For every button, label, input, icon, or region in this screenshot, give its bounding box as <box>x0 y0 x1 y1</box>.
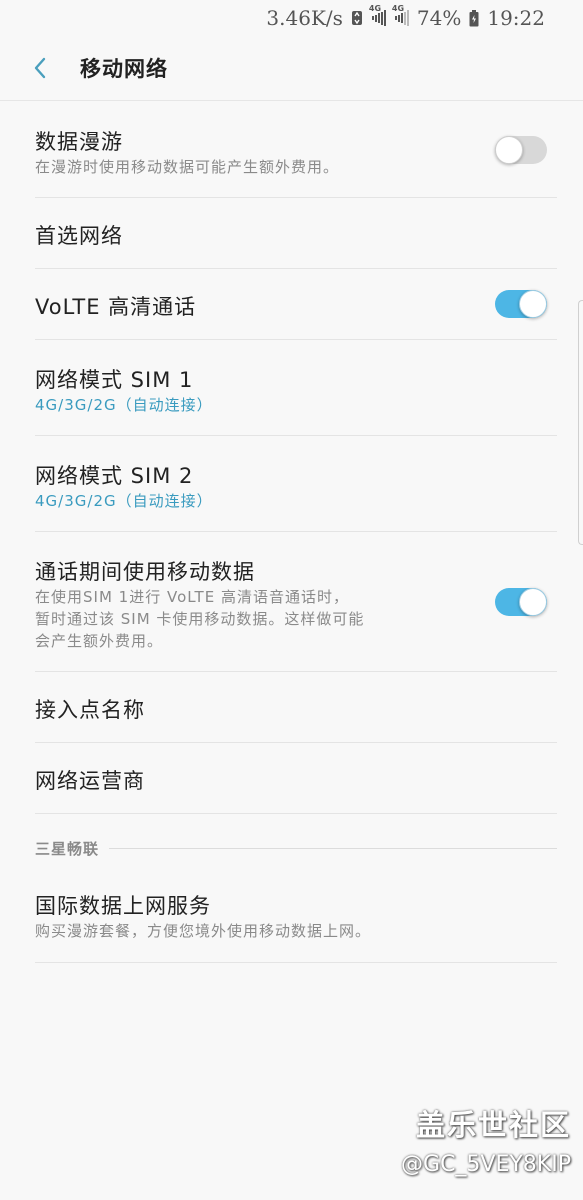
network-mode-sim1-title: 网络模式 SIM 1 <box>35 368 194 392</box>
section-header: 三星畅联 <box>35 838 557 858</box>
network-mode-sim2-title: 网络模式 SIM 2 <box>35 464 194 488</box>
data-during-calls-row[interactable]: 通话期间使用移动数据 在使用SIM 1进行 VoLTE 高清语音通话时， 暂时通… <box>35 532 557 672</box>
battery-percent: 74% <box>416 6 462 30</box>
data-during-calls-subtitle: 在使用SIM 1进行 VoLTE 高清语音通话时， 暂时通过该 SIM 卡使用移… <box>35 586 425 652</box>
volte-toggle[interactable] <box>495 290 547 318</box>
preferred-network-row[interactable]: 首选网络 <box>35 198 557 269</box>
subtitle-line: 会产生额外费用。 <box>35 632 164 650</box>
app-header: 移动网络 <box>0 36 583 101</box>
intl-data-service-title: 国际数据上网服务 <box>35 894 211 918</box>
subtitle-line: 暂时通过该 SIM 卡使用移动数据。这样做可能 <box>35 610 365 628</box>
settings-list: 数据漫游 在漫游时使用移动数据可能产生额外费用。 首选网络 VoLTE 高清通话… <box>0 102 583 814</box>
intl-data-service-subtitle: 购买漫游套餐，方便您境外使用移动数据上网。 <box>35 922 372 940</box>
toggle-knob <box>495 136 523 164</box>
volte-row[interactable]: VoLTE 高清通话 <box>35 269 557 340</box>
volte-title: VoLTE 高清通话 <box>35 295 197 319</box>
network-mode-sim1-row[interactable]: 网络模式 SIM 1 4G/3G/2G（自动连接） <box>35 340 557 436</box>
network-operator-row[interactable]: 网络运营商 <box>35 743 557 814</box>
page-title: 移动网络 <box>80 57 168 81</box>
data-transfer-icon <box>351 10 363 26</box>
network-mode-sim2-row[interactable]: 网络模式 SIM 2 4G/3G/2G（自动连接） <box>35 436 557 532</box>
apn-row[interactable]: 接入点名称 <box>35 672 557 743</box>
signal-sim2-icon: 4G <box>392 4 409 26</box>
data-roaming-row[interactable]: 数据漫游 在漫游时使用移动数据可能产生额外费用。 <box>35 102 557 198</box>
subtitle-line: 在使用SIM 1进行 VoLTE 高清语音通话时， <box>35 588 349 606</box>
network-mode-sim1-value: 4G/3G/2G（自动连接） <box>35 396 213 414</box>
clock: 19:22 <box>487 6 545 30</box>
preferred-network-title: 首选网络 <box>35 224 123 248</box>
data-roaming-toggle[interactable] <box>495 136 547 164</box>
toggle-knob <box>519 290 547 318</box>
watermark-brand: 盖乐世社区 <box>415 1108 571 1142</box>
scrollbar[interactable] <box>578 300 583 545</box>
intl-data-service-row[interactable]: 国际数据上网服务 购买漫游套餐，方便您境外使用移动数据上网。 <box>35 868 557 963</box>
data-roaming-subtitle: 在漫游时使用移动数据可能产生额外费用。 <box>35 158 340 176</box>
chevron-left-icon <box>34 57 46 79</box>
status-bar: 3.46K/s 4G 4G 74% 19:22 <box>0 0 583 36</box>
network-operator-title: 网络运营商 <box>35 769 145 793</box>
network-speed: 3.46K/s <box>266 6 343 30</box>
toggle-knob <box>519 588 547 616</box>
battery-icon <box>469 9 479 27</box>
watermark-id: @GC_5VEY8KIP <box>401 1152 571 1177</box>
data-during-calls-title: 通话期间使用移动数据 <box>35 560 255 584</box>
apn-title: 接入点名称 <box>35 698 145 722</box>
network-mode-sim2-value: 4G/3G/2G（自动连接） <box>35 492 213 510</box>
section-title: 三星畅联 <box>35 839 100 858</box>
section-list: 国际数据上网服务 购买漫游套餐，方便您境外使用移动数据上网。 <box>0 868 583 963</box>
back-button[interactable] <box>0 36 80 101</box>
data-during-calls-toggle[interactable] <box>495 588 547 616</box>
signal-sim1-icon: 4G <box>369 4 386 26</box>
watermark: 盖乐世社区 @GC_5VEY8KIP <box>401 1102 571 1177</box>
data-roaming-title: 数据漫游 <box>35 130 123 154</box>
section-divider <box>109 847 557 849</box>
